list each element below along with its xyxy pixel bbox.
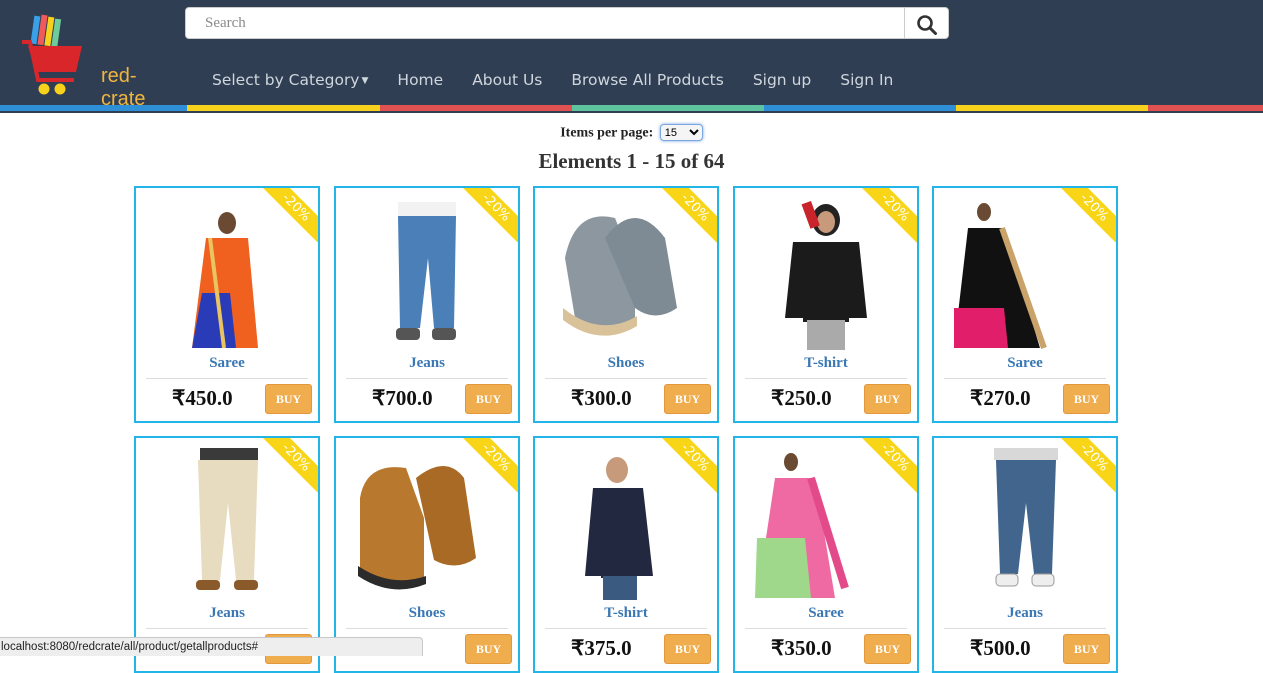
items-per-page-label: Items per page: — [560, 125, 654, 141]
product-card[interactable]: -20% Saree ₹270.0 BUY — [932, 186, 1118, 423]
nav-select-category[interactable]: Select by Category ▼ — [212, 71, 368, 93]
search-button[interactable] — [904, 7, 949, 39]
product-card[interactable]: -20% Jeans ₹500.0 BUY — [932, 436, 1118, 673]
card-divider — [745, 628, 907, 629]
product-name[interactable]: Saree — [136, 355, 318, 372]
product-name[interactable]: T-shirt — [535, 605, 717, 622]
product-image[interactable] — [146, 448, 308, 600]
product-card[interactable]: -20% T-shirt ₹250.0 BUY — [733, 186, 919, 423]
stripe-segment — [187, 105, 380, 111]
product-image[interactable] — [545, 448, 707, 600]
brand-logo[interactable]: red-crate — [20, 14, 180, 110]
search-bar — [185, 7, 950, 41]
caret-down-icon: ▼ — [361, 76, 369, 86]
top-navbar: red-crate Select by Category▼ Home About… — [0, 0, 1263, 113]
nav-about-us[interactable]: About Us — [472, 71, 542, 93]
items-per-page-select[interactable]: 15 — [659, 124, 703, 141]
product-name[interactable]: Jeans — [336, 355, 518, 372]
stripe-segment — [380, 105, 572, 111]
buy-button[interactable]: BUY — [465, 384, 512, 414]
product-card[interactable]: -20% T-shirt ₹375.0 BUY — [533, 436, 719, 673]
product-price: ₹350.0 — [771, 636, 832, 660]
product-price: ₹500.0 — [970, 636, 1031, 660]
buy-button[interactable]: BUY — [1063, 384, 1110, 414]
color-stripe — [0, 105, 1263, 111]
items-per-page: Items per page: 15 — [0, 124, 1263, 142]
product-price: ₹450.0 — [172, 386, 233, 410]
product-image[interactable] — [346, 198, 508, 350]
card-divider — [146, 628, 308, 629]
stripe-segment — [1148, 105, 1263, 111]
search-input[interactable] — [185, 7, 911, 39]
product-card[interactable]: -20% Saree ₹350.0 BUY — [733, 436, 919, 673]
product-name[interactable]: Shoes — [336, 605, 518, 622]
product-name[interactable]: Jeans — [136, 605, 318, 622]
product-card[interactable]: -20% Shoes ₹300.0 BUY — [533, 186, 719, 423]
product-price: ₹270.0 — [970, 386, 1031, 410]
card-divider — [545, 378, 707, 379]
card-divider — [944, 628, 1106, 629]
card-divider — [346, 378, 508, 379]
nav-browse-all-products[interactable]: Browse All Products — [571, 71, 723, 93]
card-divider — [944, 378, 1106, 379]
nav-sign-in[interactable]: Sign In — [840, 71, 893, 93]
product-price: ₹250.0 — [771, 386, 832, 410]
card-divider — [346, 628, 508, 629]
nav-home[interactable]: Home — [397, 71, 443, 93]
product-card[interactable]: -20% Saree ₹450.0 BUY — [134, 186, 320, 423]
nav-sign-up[interactable]: Sign up — [753, 71, 811, 93]
card-divider — [545, 628, 707, 629]
buy-button[interactable]: BUY — [1063, 634, 1110, 664]
product-card[interactable]: -20% Jeans ₹700.0 BUY — [334, 186, 520, 423]
product-price: ₹300.0 — [571, 386, 632, 410]
product-image[interactable] — [944, 448, 1106, 600]
stripe-segment — [764, 105, 956, 111]
product-name[interactable]: Shoes — [535, 355, 717, 372]
product-image[interactable] — [944, 198, 1106, 350]
buy-button[interactable]: BUY — [265, 384, 312, 414]
card-divider — [146, 378, 308, 379]
main-menu: Select by Category ▼ Home About Us Browse… — [212, 71, 922, 93]
product-image[interactable] — [545, 198, 707, 350]
buy-button[interactable]: BUY — [664, 634, 711, 664]
product-image[interactable] — [346, 448, 508, 600]
elements-summary: Elements 1 - 15 of 64 — [538, 149, 725, 173]
product-name[interactable]: Jeans — [934, 605, 1116, 622]
buy-button[interactable]: BUY — [664, 384, 711, 414]
browser-status-bar: localhost:8080/redcrate/all/product/geta… — [0, 637, 423, 656]
buy-button[interactable]: BUY — [864, 384, 911, 414]
card-divider — [745, 378, 907, 379]
product-name[interactable]: Saree — [934, 355, 1116, 372]
stripe-segment — [0, 105, 187, 111]
product-price: ₹700.0 — [372, 386, 433, 410]
product-name[interactable]: T-shirt — [735, 355, 917, 372]
search-icon — [916, 15, 937, 35]
product-image[interactable] — [745, 198, 907, 350]
product-image[interactable] — [146, 198, 308, 350]
product-image[interactable] — [745, 448, 907, 600]
product-name[interactable]: Saree — [735, 605, 917, 622]
stripe-segment — [572, 105, 764, 111]
buy-button[interactable]: BUY — [864, 634, 911, 664]
stripe-segment — [956, 105, 1148, 111]
product-price: ₹375.0 — [571, 636, 632, 660]
buy-button[interactable]: BUY — [465, 634, 512, 664]
